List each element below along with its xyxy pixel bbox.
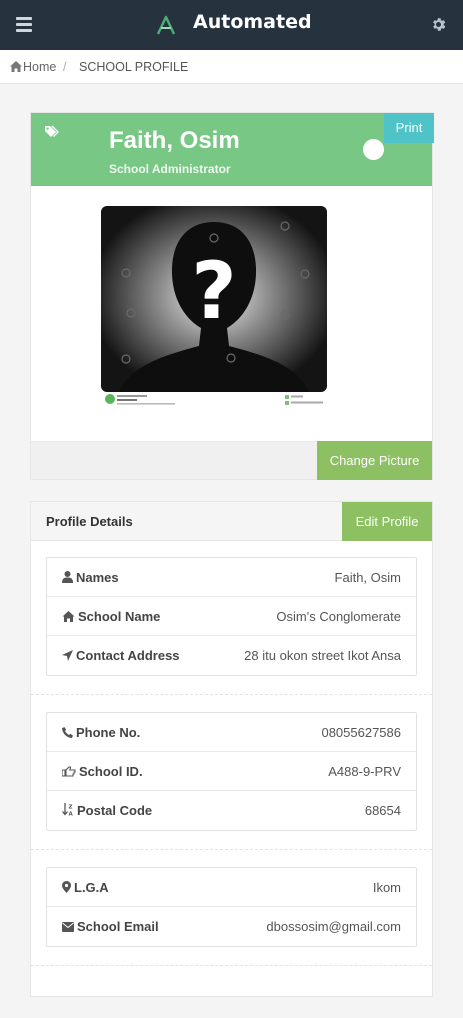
status-toggle[interactable]: [363, 139, 384, 160]
detail-row-school-email: School Email dbossosim@gmail.com: [47, 907, 416, 946]
detail-value: Faith, Osim: [334, 570, 401, 585]
breadcrumb-separator: /: [63, 60, 67, 74]
profile-card: Faith, Osim School Administrator Print ?: [30, 112, 434, 480]
details-group-2: Phone No. 08055627586 School ID. A488-9-…: [46, 712, 417, 831]
detail-row-postal-code: Z A Postal Code 68654: [47, 791, 416, 830]
detail-label: Contact Address: [76, 648, 180, 663]
breadcrumb-current: SCHOOL PROFILE: [79, 60, 189, 74]
hamburger-menu-icon[interactable]: [16, 17, 32, 32]
profile-name: Faith, Osim: [109, 127, 240, 154]
detail-value: Ikom: [372, 880, 401, 895]
detail-row-contact-address: Contact Address 28 itu okon street Ikot …: [47, 636, 416, 675]
profile-details-card: Profile Details Edit Profile Names Faith…: [30, 501, 433, 997]
edit-profile-button[interactable]: Edit Profile: [342, 502, 432, 541]
detail-value: Osim's Conglomerate: [276, 609, 401, 624]
details-group-3: L.G.A Ikom School Email dbossosim@gmail.…: [46, 867, 417, 947]
profile-details-title: Profile Details: [46, 514, 133, 529]
detail-value: A488-9-PRV: [328, 764, 401, 779]
logo-icon: [156, 15, 176, 35]
detail-row-school-name: School Name Osim's Conglomerate: [47, 597, 416, 636]
breadcrumb-home-label: Home: [23, 60, 57, 74]
detail-label: Phone No.: [76, 725, 141, 740]
svg-text:Z: Z: [69, 805, 73, 811]
detail-value: 28 itu okon street Ikot Ansa: [244, 648, 401, 663]
detail-value: 08055627586: [321, 725, 401, 740]
breadcrumb-home-link[interactable]: Home: [10, 60, 56, 74]
print-button[interactable]: Print: [384, 113, 434, 143]
profile-header: Faith, Osim School Administrator Print: [31, 113, 434, 186]
divider: [31, 694, 432, 695]
user-icon: [62, 571, 73, 583]
change-picture-button[interactable]: Change Picture: [317, 441, 432, 480]
divider: [31, 965, 432, 966]
hand-pointer-icon: [61, 766, 76, 777]
detail-label: Names: [76, 570, 119, 585]
tags-icon: [45, 125, 59, 137]
phone-icon: [62, 727, 73, 738]
map-marker-icon: [62, 881, 71, 893]
detail-row-lga: L.G.A Ikom: [47, 868, 416, 907]
home-icon: [62, 611, 75, 622]
detail-label: Postal Code: [77, 803, 153, 818]
detail-label: L.G.A: [74, 880, 109, 895]
envelope-icon: [62, 922, 74, 932]
detail-value: dbossosim@gmail.com: [266, 919, 401, 934]
detail-row-names: Names Faith, Osim: [47, 558, 416, 597]
app-title: Automated: [193, 11, 312, 33]
profile-role: School Administrator: [109, 162, 231, 176]
gear-icon[interactable]: [430, 16, 447, 33]
svg-text:?: ?: [191, 247, 236, 337]
profile-details-header: Profile Details Edit Profile: [31, 502, 432, 541]
location-arrow-icon: [62, 650, 73, 661]
svg-text:A: A: [69, 812, 74, 817]
detail-row-phone: Phone No. 08055627586: [47, 713, 416, 752]
detail-value: 68654: [364, 803, 401, 818]
top-navbar: Automated: [0, 0, 463, 50]
detail-label: School ID.: [79, 764, 143, 779]
profile-card-footer: Change Picture: [31, 441, 432, 480]
sort-alpha-icon: ZA: [62, 803, 74, 818]
detail-label: School Email: [77, 919, 159, 934]
breadcrumb: Home / SCHOOL PROFILE: [0, 50, 463, 84]
home-icon: [10, 61, 22, 72]
details-group-1: Names Faith, Osim School Name Osim's Con…: [46, 557, 417, 676]
detail-label: School Name: [78, 609, 161, 624]
divider: [31, 849, 432, 850]
detail-row-school-id: School ID. A488-9-PRV: [47, 752, 416, 791]
profile-picture: ?: [101, 206, 327, 406]
